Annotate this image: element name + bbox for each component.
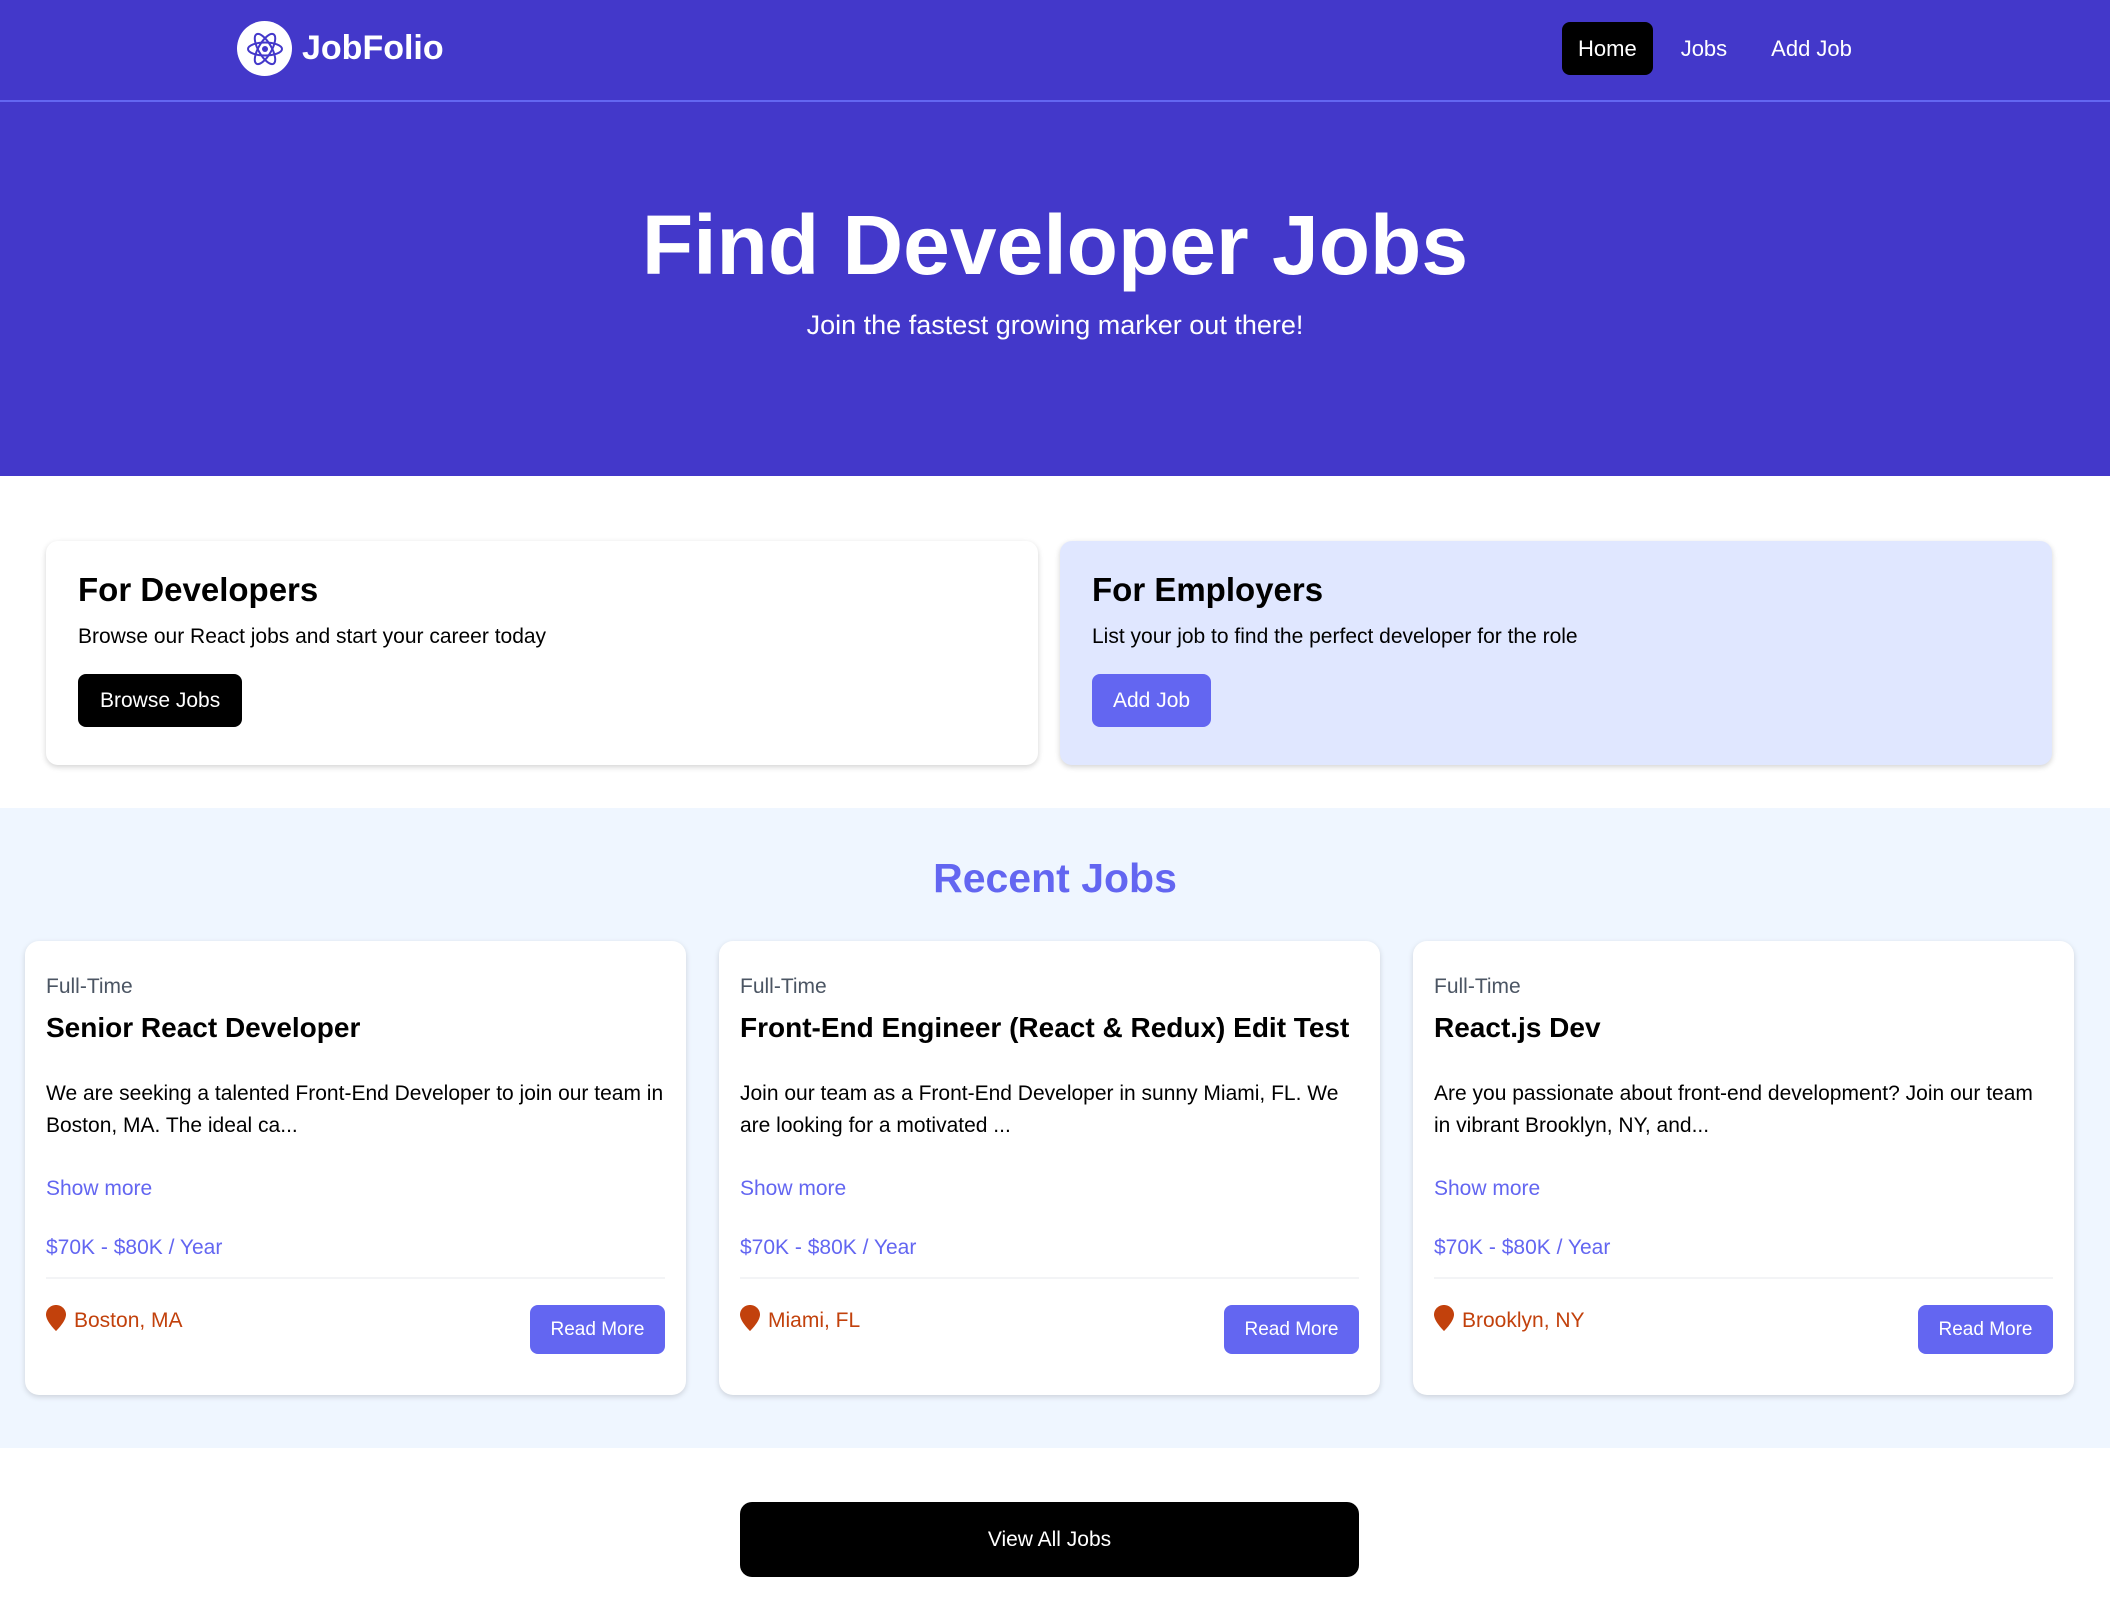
job-location: Brooklyn, NY xyxy=(1434,1305,1585,1337)
nav-home-link[interactable]: Home xyxy=(1562,22,1653,75)
brand-link[interactable]: JobFolio xyxy=(237,21,444,76)
show-more-button[interactable]: Show more xyxy=(46,1177,152,1201)
read-more-button[interactable]: Read More xyxy=(1224,1305,1359,1354)
show-more-button[interactable]: Show more xyxy=(1434,1177,1540,1201)
hero-subtitle: Join the fastest growing marker out ther… xyxy=(806,310,1304,340)
job-card: Full-Time React.js Dev Are you passionat… xyxy=(1413,941,2074,1395)
browse-jobs-button[interactable]: Browse Jobs xyxy=(78,674,243,727)
developers-card-title: For Developers xyxy=(78,571,319,608)
nav-jobs-link[interactable]: Jobs xyxy=(1665,22,1743,75)
job-description: We are seeking a talented Front-End Deve… xyxy=(46,1082,664,1137)
divider xyxy=(740,1277,1359,1279)
employers-card-title: For Employers xyxy=(1092,571,1324,608)
atom-icon xyxy=(237,21,292,76)
employers-card-text: List your job to find the perfect develo… xyxy=(1092,625,1578,648)
recent-jobs-title: Recent Jobs xyxy=(933,855,1177,901)
nav-links: Home Jobs Add Job xyxy=(1562,22,1880,75)
job-card: Full-Time Senior React Developer We are … xyxy=(25,941,686,1395)
map-pin-icon xyxy=(1434,1305,1454,1337)
read-more-button[interactable]: Read More xyxy=(530,1305,665,1354)
job-location-text: Boston, MA xyxy=(74,1309,183,1332)
job-type: Full-Time xyxy=(46,975,133,998)
employers-card: For Employers List your job to find the … xyxy=(1060,541,2052,765)
job-location-text: Brooklyn, NY xyxy=(1462,1309,1585,1332)
read-more-button[interactable]: Read More xyxy=(1918,1305,2053,1354)
map-pin-icon xyxy=(740,1305,760,1337)
show-more-button[interactable]: Show more xyxy=(740,1177,846,1201)
job-location: Miami, FL xyxy=(740,1305,860,1337)
job-location-text: Miami, FL xyxy=(768,1309,861,1332)
recent-jobs-section: Recent Jobs Full-Time Senior React Devel… xyxy=(0,808,2110,1448)
job-type: Full-Time xyxy=(1434,975,1521,998)
brand-name: JobFolio xyxy=(302,29,444,67)
job-location: Boston, MA xyxy=(46,1305,183,1337)
job-title: Senior React Developer xyxy=(46,1012,361,1043)
nav-add-job-link[interactable]: Add Job xyxy=(1755,22,1868,75)
job-salary: $70K - $80K / Year xyxy=(1434,1236,1611,1259)
job-card: Full-Time Front-End Engineer (React & Re… xyxy=(719,941,1380,1395)
job-title: React.js Dev xyxy=(1434,1012,1601,1043)
job-salary: $70K - $80K / Year xyxy=(46,1236,223,1259)
divider xyxy=(1434,1277,2053,1279)
hero-title: Find Developer Jobs xyxy=(641,198,1469,292)
navbar: JobFolio Home Jobs Add Job xyxy=(0,0,2110,102)
map-pin-icon xyxy=(46,1305,66,1337)
job-type: Full-Time xyxy=(740,975,827,998)
add-job-button[interactable]: Add Job xyxy=(1092,674,1212,727)
job-description: Join our team as a Front-End Developer i… xyxy=(740,1082,1339,1137)
job-salary: $70K - $80K / Year xyxy=(740,1236,917,1259)
divider xyxy=(46,1277,665,1279)
view-all-jobs-button[interactable]: View All Jobs xyxy=(740,1502,1359,1577)
developers-card: For Developers Browse our React jobs and… xyxy=(46,541,1038,765)
developers-card-text: Browse our React jobs and start your car… xyxy=(78,625,547,648)
job-title: Front-End Engineer (React & Redux) Edit … xyxy=(740,1012,1350,1043)
hero-section: Find Developer Jobs Join the fastest gro… xyxy=(0,102,2110,476)
job-description: Are you passionate about front-end devel… xyxy=(1434,1082,2033,1137)
